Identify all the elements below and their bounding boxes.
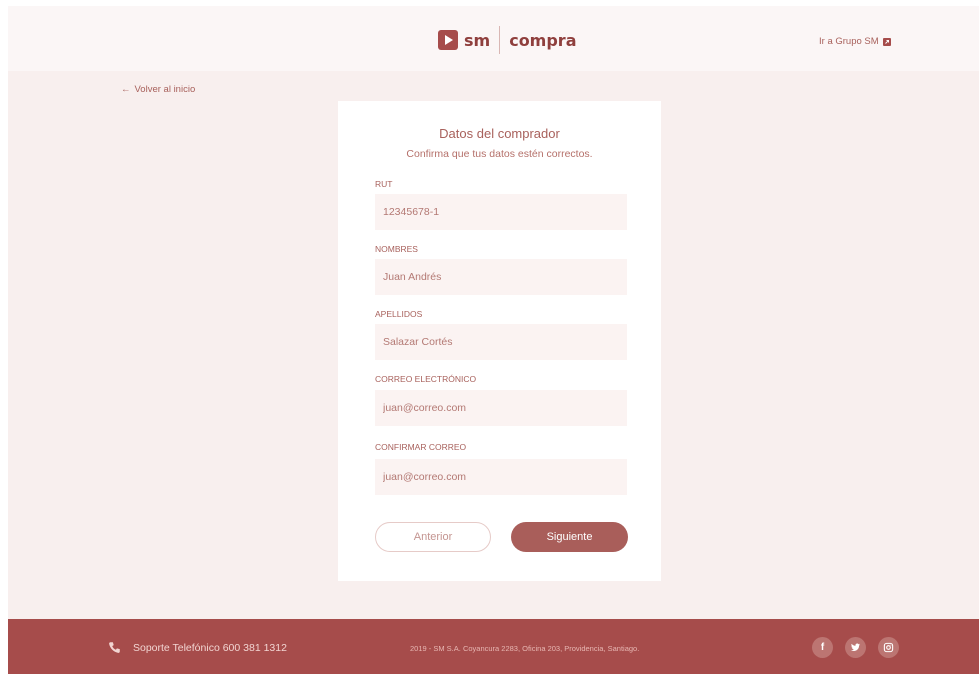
rut-label: RUT — [375, 179, 393, 189]
logo-compra-text: compra — [509, 30, 577, 50]
play-icon — [438, 30, 458, 50]
buyer-data-card: Datos del comprador Confirma que tus dat… — [338, 101, 661, 581]
phone-icon — [109, 642, 120, 653]
confirm-email-label: CONFIRMAR CORREO — [375, 442, 467, 452]
confirm-email-input[interactable] — [375, 459, 627, 495]
phone-support[interactable]: Soporte Telefónico 600 381 1312 — [108, 641, 287, 654]
facebook-icon[interactable]: f — [812, 637, 833, 658]
footer: Soporte Telefónico 600 381 1312 2019 - S… — [8, 619, 979, 674]
back-link-label: Volver al inicio — [134, 84, 196, 95]
header: sm compra Ir a Grupo SM — [8, 6, 979, 71]
grupo-sm-link[interactable]: Ir a Grupo SM — [819, 36, 891, 47]
logo-sm-text: sm — [464, 30, 491, 50]
card-title: Datos del comprador — [439, 126, 560, 141]
arrow-left-icon: ← — [121, 84, 131, 95]
rut-input[interactable] — [375, 194, 627, 230]
social-links: f — [812, 637, 899, 658]
apellidos-input[interactable] — [375, 324, 627, 360]
nombres-label: NOMBRES — [375, 244, 418, 254]
instagram-camera-glyph — [883, 642, 894, 653]
twitter-icon[interactable] — [845, 637, 866, 658]
grupo-sm-link-label: Ir a Grupo SM — [819, 36, 879, 47]
instagram-icon[interactable] — [878, 637, 899, 658]
apellidos-label: APELLIDOS — [375, 309, 423, 319]
support-label: Soporte Telefónico 600 381 1312 — [133, 641, 287, 654]
next-button[interactable]: Siguiente — [511, 522, 628, 552]
external-link-icon — [882, 37, 891, 46]
sm-compra-logo[interactable]: sm compra — [438, 26, 577, 54]
page-frame: sm compra Ir a Grupo SM ← Volver al inic… — [8, 6, 979, 674]
previous-button[interactable]: Anterior — [375, 522, 491, 552]
nombres-input[interactable] — [375, 259, 627, 295]
twitter-bird-glyph — [851, 643, 861, 651]
card-subtitle: Confirma que tus datos estén correctos. — [406, 148, 593, 160]
back-to-home-link[interactable]: ← Volver al inicio — [121, 84, 195, 95]
email-input[interactable] — [375, 390, 627, 426]
logo-divider — [499, 26, 501, 54]
email-label: CORREO ELECTRÓNICO — [375, 374, 477, 384]
copyright-text: 2019 - SM S.A. Coyancura 2283, Oficina 2… — [410, 644, 640, 653]
